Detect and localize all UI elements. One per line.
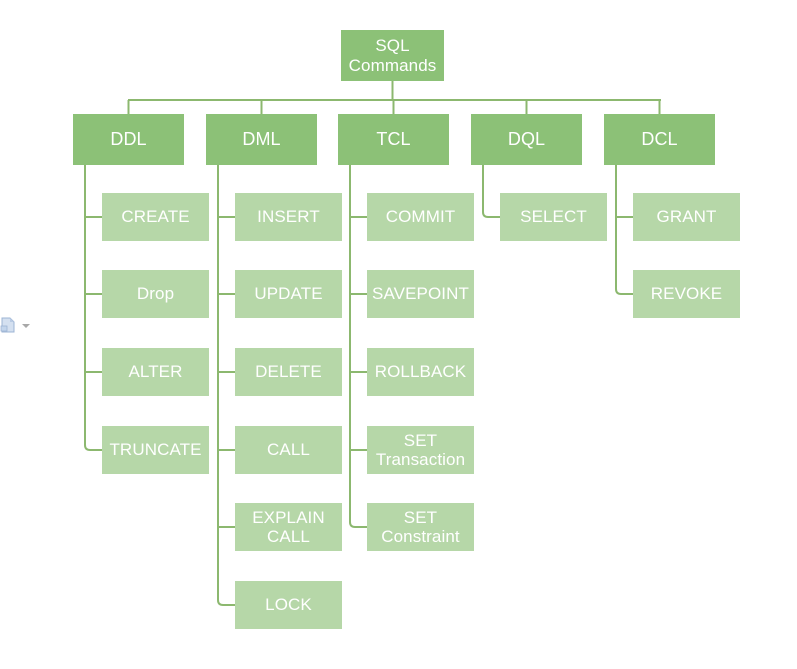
node-root-sql-commands[interactable]: SQL Commands (341, 30, 444, 81)
node-leaf-delete[interactable]: DELETE (235, 348, 342, 396)
node-leaf-savepoint[interactable]: SAVEPOINT (367, 270, 474, 318)
node-leaf-grant[interactable]: GRANT (633, 193, 740, 241)
connector-lines (84, 81, 661, 606)
node-leaf-select[interactable]: SELECT (500, 193, 607, 241)
node-leaf-set-constraint[interactable]: SET Constraint (367, 503, 474, 551)
node-leaf-set-transaction[interactable]: SET Transaction (367, 426, 474, 474)
node-branch-dml[interactable]: DML (206, 114, 317, 165)
node-leaf-alter[interactable]: ALTER (102, 348, 209, 396)
node-leaf-update[interactable]: UPDATE (235, 270, 342, 318)
node-leaf-revoke[interactable]: REVOKE (633, 270, 740, 318)
node-branch-ddl[interactable]: DDL (73, 114, 184, 165)
node-branch-dcl[interactable]: DCL (604, 114, 715, 165)
node-leaf-explain-call[interactable]: EXPLAIN CALL (235, 503, 342, 551)
node-leaf-rollback[interactable]: ROLLBACK (367, 348, 474, 396)
node-leaf-commit[interactable]: COMMIT (367, 193, 474, 241)
node-leaf-lock[interactable]: LOCK (235, 581, 342, 629)
paste-options-icon[interactable] (0, 316, 34, 336)
node-leaf-truncate[interactable]: TRUNCATE (102, 426, 209, 474)
node-branch-dql[interactable]: DQL (471, 114, 582, 165)
diagram-canvas: SQL Commands DDL CREATE Drop ALTER TRUNCATE DM… (0, 0, 797, 669)
node-leaf-call[interactable]: CALL (235, 426, 342, 474)
node-branch-tcl[interactable]: TCL (338, 114, 449, 165)
node-leaf-insert[interactable]: INSERT (235, 193, 342, 241)
node-leaf-drop[interactable]: Drop (102, 270, 209, 318)
node-leaf-create[interactable]: CREATE (102, 193, 209, 241)
